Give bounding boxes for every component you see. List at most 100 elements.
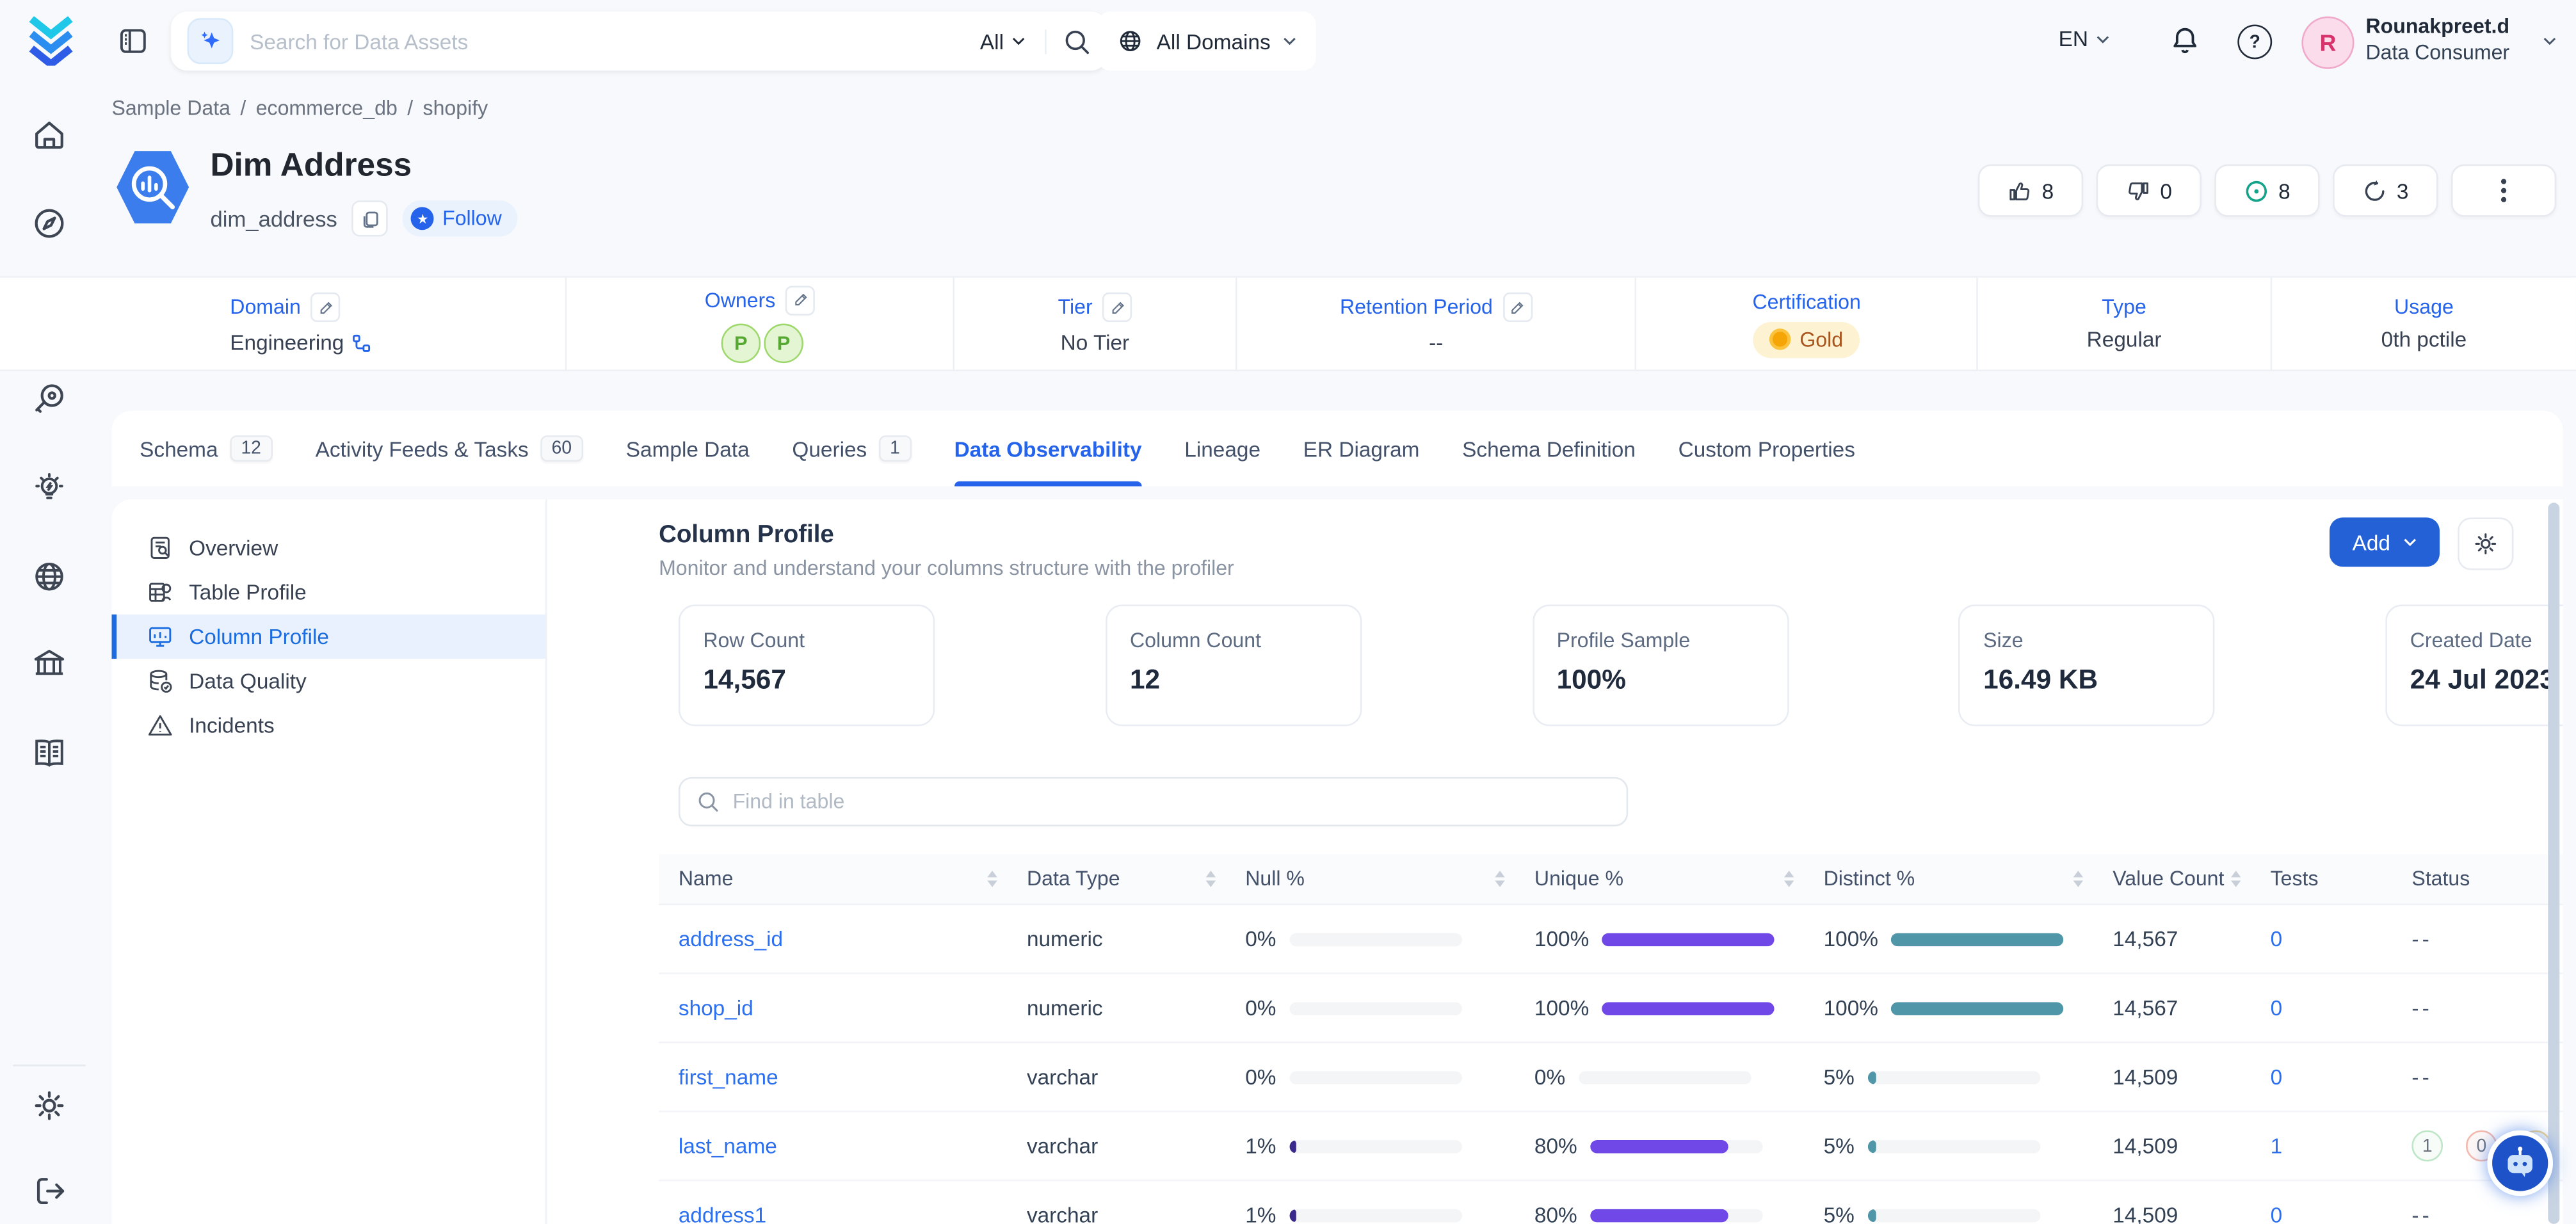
language-selector[interactable]: EN — [2059, 26, 2110, 51]
menu-item-column-profile[interactable]: Column Profile — [112, 615, 546, 659]
sort-icon[interactable] — [1206, 871, 1216, 887]
govern-bank-icon[interactable] — [31, 646, 67, 682]
versions-button[interactable]: 3 — [2333, 165, 2438, 217]
copy-icon[interactable] — [352, 200, 388, 236]
cell-value-count: 14,509 — [2093, 1203, 2250, 1224]
add-button[interactable]: Add — [2330, 517, 2440, 567]
edit-pencil-icon[interactable] — [785, 285, 815, 314]
column-header-label: Value Count — [2113, 867, 2224, 890]
percent-bar-fill — [1602, 932, 1775, 946]
profile-stats-cards: Row Count14,567Column Count12Profile Sam… — [679, 604, 2563, 726]
sort-icon[interactable] — [1784, 871, 1794, 887]
tests-link[interactable]: 0 — [2271, 1065, 2283, 1089]
edit-pencil-icon[interactable] — [1502, 293, 1532, 322]
column-header-distinct-[interactable]: Distinct % — [1804, 854, 2093, 903]
help-icon[interactable]: ? — [2237, 24, 2272, 59]
stat-label: Profile Sample — [1557, 629, 1787, 652]
ai-sparkle-icon[interactable] — [188, 18, 234, 64]
column-header-null-[interactable]: Null % — [1225, 854, 1515, 903]
sidebar-collapse-icon[interactable] — [118, 26, 148, 56]
tests-link[interactable]: 0 — [2271, 926, 2283, 951]
null-pct-value: 0% — [1245, 995, 1276, 1020]
owner-avatar[interactable]: P — [764, 323, 803, 362]
breadcrumb-item[interactable]: ecommerce_db — [256, 97, 398, 120]
cell-tests: 0 — [2251, 995, 2392, 1020]
glossary-book-icon[interactable] — [31, 734, 67, 770]
table-profile-icon — [148, 580, 172, 604]
column-header-data-type[interactable]: Data Type — [1007, 854, 1225, 903]
vertical-scrollbar[interactable] — [2548, 503, 2559, 1224]
domains-globe-icon[interactable] — [31, 559, 67, 595]
edit-pencil-icon[interactable] — [1102, 293, 1132, 322]
status-success-badge[interactable]: 1 — [2411, 1131, 2443, 1162]
menu-item-overview[interactable]: Overview — [112, 526, 546, 570]
all-domains-dropdown[interactable]: All Domains — [1097, 12, 1316, 70]
kebab-button[interactable] — [2451, 165, 2556, 217]
menu-item-data-quality[interactable]: Data Quality — [112, 659, 546, 703]
menu-item-incidents[interactable]: Incidents — [112, 703, 546, 747]
tab-queries[interactable]: Queries1 — [792, 411, 911, 487]
insights-bulb-icon[interactable] — [31, 470, 67, 506]
breadcrumb-item[interactable]: shopify — [423, 97, 488, 120]
unique-pct-value: 100% — [1534, 995, 1589, 1020]
follow-button[interactable]: ★ Follow — [403, 200, 519, 236]
tests-link[interactable]: 0 — [2271, 1203, 2283, 1224]
tests-link[interactable]: 0 — [2271, 995, 2283, 1020]
cell-tests: 0 — [2251, 1203, 2392, 1224]
notifications-bell-icon[interactable] — [2169, 24, 2202, 57]
meta-field-tier: TierNo Tier — [954, 278, 1237, 370]
column-name-link[interactable]: last_name — [679, 1134, 777, 1158]
tab-data-observability[interactable]: Data Observability — [954, 411, 1142, 487]
profiler-settings-button[interactable] — [2458, 517, 2513, 570]
thumbs-up-button[interactable]: 8 — [1978, 165, 2083, 217]
cell-data-type: varchar — [1007, 1134, 1225, 1158]
global-search-bar[interactable]: Search for Data Assets All — [171, 12, 1107, 70]
meta-field-retention-period: Retention Period-- — [1237, 278, 1637, 370]
entity-action-buttons: 8083 — [1978, 165, 2556, 217]
openmetadata-logo-icon[interactable] — [26, 17, 76, 66]
settings-gear-icon[interactable] — [31, 1088, 67, 1123]
user-menu[interactable]: Rounakpreet.d Data Consumer — [2365, 13, 2509, 66]
cell-value-count: 14,509 — [2093, 1065, 2250, 1089]
search-icon[interactable] — [1063, 27, 1091, 55]
null-pct-value: 0% — [1245, 1065, 1276, 1089]
search-input[interactable]: Search for Data Assets — [250, 29, 963, 53]
meta-value-text: 0th pctile — [2381, 327, 2467, 351]
owner-avatar[interactable]: P — [721, 323, 761, 362]
logout-icon[interactable] — [31, 1173, 67, 1209]
column-header-name[interactable]: Name — [659, 854, 1007, 903]
watch-button[interactable]: 8 — [2214, 165, 2319, 217]
tab-lineage[interactable]: Lineage — [1184, 411, 1260, 487]
tab-schema[interactable]: Schema12 — [140, 411, 273, 487]
edit-pencil-icon[interactable] — [310, 293, 340, 322]
sort-icon[interactable] — [2073, 871, 2083, 887]
tab-schema-definition[interactable]: Schema Definition — [1462, 411, 1636, 487]
tests-link[interactable]: 1 — [2271, 1134, 2283, 1158]
tab-sample-data[interactable]: Sample Data — [626, 411, 750, 487]
chatbot-button[interactable] — [2487, 1131, 2553, 1196]
column-name-link[interactable]: address1 — [679, 1203, 766, 1224]
search-scope-dropdown[interactable]: All — [980, 29, 1047, 53]
column-name-link[interactable]: first_name — [679, 1065, 778, 1089]
link-icon[interactable] — [352, 333, 372, 353]
observability-search-eye-icon[interactable] — [31, 381, 67, 417]
tab-activity-feeds-tasks[interactable]: Activity Feeds & Tasks60 — [316, 411, 583, 487]
breadcrumb-item[interactable]: Sample Data — [112, 97, 230, 120]
tab-er-diagram[interactable]: ER Diagram — [1303, 411, 1420, 487]
thumbs-down-button[interactable]: 0 — [2097, 165, 2202, 217]
menu-item-table-profile[interactable]: Table Profile — [112, 570, 546, 615]
home-icon[interactable] — [31, 117, 67, 152]
column-header-value-count[interactable]: Value Count — [2093, 854, 2250, 903]
user-avatar[interactable]: R — [2301, 17, 2354, 69]
sort-icon[interactable] — [987, 871, 997, 887]
column-name-link[interactable]: address_id — [679, 926, 783, 951]
column-header-unique-[interactable]: Unique % — [1515, 854, 1804, 903]
explore-compass-icon[interactable] — [31, 205, 67, 241]
tab-custom-properties[interactable]: Custom Properties — [1678, 411, 1855, 487]
app-window: Search for Data Assets All All Domains E… — [0, 0, 2576, 1224]
sort-icon[interactable] — [2231, 871, 2241, 887]
sort-icon[interactable] — [1495, 871, 1504, 887]
column-name-link[interactable]: shop_id — [679, 995, 753, 1020]
find-in-table-input[interactable]: Find in table — [679, 777, 1628, 826]
user-menu-caret-icon[interactable] — [2543, 35, 2557, 48]
